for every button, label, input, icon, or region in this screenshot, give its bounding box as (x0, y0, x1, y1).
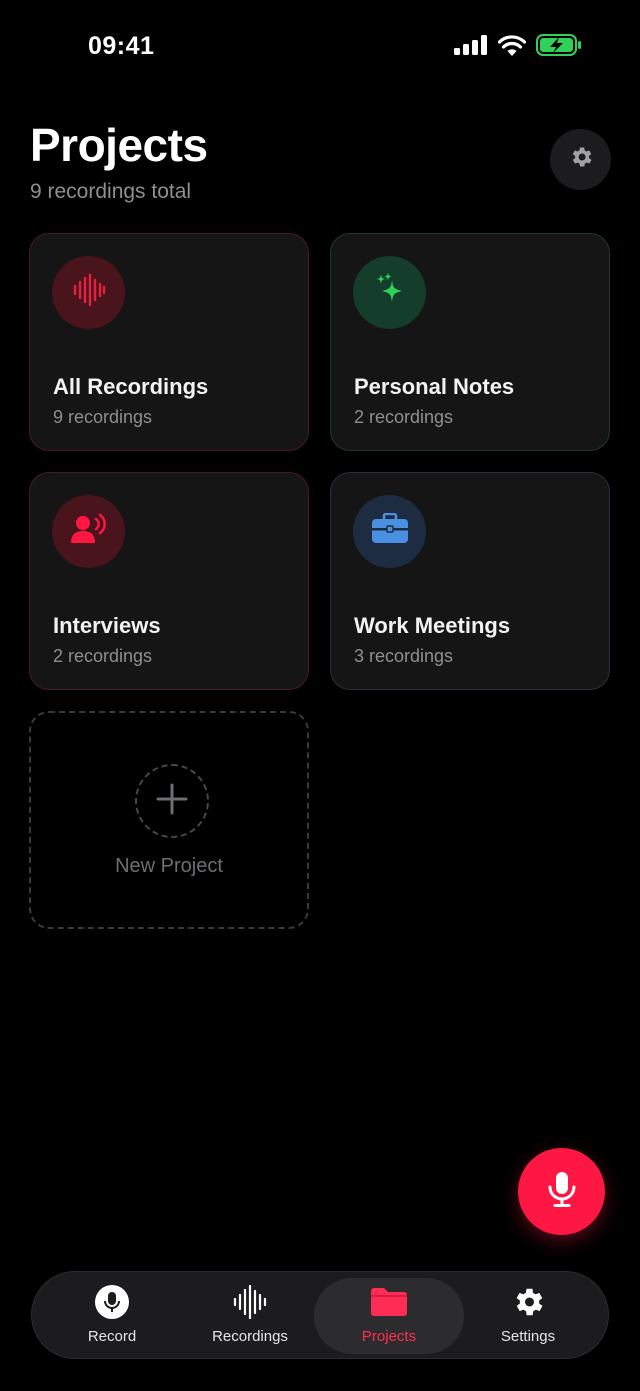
settings-button[interactable] (550, 129, 611, 190)
new-project-plus (135, 764, 209, 838)
microphone-circle-icon (95, 1285, 129, 1324)
project-title: Interviews (53, 613, 161, 638)
tab-label: Settings (500, 1327, 556, 1345)
status-time: 09:41 (88, 32, 155, 60)
waveform-icon (233, 1284, 267, 1324)
briefcase-icon (371, 512, 409, 550)
project-title: Personal Notes (354, 374, 515, 399)
tab-record[interactable]: Record (37, 1278, 187, 1354)
new-project-label: New Project (115, 855, 223, 877)
tab-projects[interactable]: Projects (314, 1278, 464, 1354)
project-icon-badge (353, 256, 426, 329)
status-icons (454, 34, 582, 61)
project-count: 2 recordings (53, 646, 153, 666)
gear-icon (510, 1284, 546, 1325)
project-title: Work Meetings (354, 613, 511, 638)
microphone-icon (547, 1170, 577, 1213)
waveform-icon (72, 273, 106, 312)
tab-label: Projects (361, 1327, 417, 1345)
project-count: 2 recordings (354, 407, 454, 427)
project-card-all-recordings[interactable]: All Recordings 9 recordings (29, 233, 309, 451)
project-icon-badge (353, 495, 426, 568)
recordings-total: 9 recordings total (30, 180, 192, 203)
battery-charging-icon (536, 34, 582, 61)
tab-recordings[interactable]: Recordings (175, 1278, 325, 1354)
sparkles-icon (372, 272, 408, 313)
person-speaking-icon (70, 513, 108, 550)
project-icon-badge (52, 256, 125, 329)
project-icon-badge (52, 495, 125, 568)
cellular-signal-icon (454, 35, 488, 60)
project-card-interviews[interactable]: Interviews 2 recordings (29, 472, 309, 690)
new-project-card[interactable]: New Project (29, 711, 309, 929)
wifi-icon (497, 34, 527, 61)
tab-label: Recordings (212, 1327, 288, 1345)
status-bar: 09:41 (0, 0, 640, 95)
plus-icon (155, 782, 189, 821)
page-title: Projects (30, 119, 208, 171)
project-title: All Recordings (53, 374, 209, 399)
record-fab-button[interactable] (518, 1148, 605, 1235)
bottom-tab-bar: Record Recordings Projects Settings (31, 1271, 609, 1359)
project-count: 3 recordings (354, 646, 454, 666)
project-count: 9 recordings (53, 407, 153, 427)
project-card-personal-notes[interactable]: Personal Notes 2 recordings (330, 233, 610, 451)
tab-settings[interactable]: Settings (453, 1278, 603, 1354)
folder-icon (369, 1286, 409, 1323)
tab-label: Record (87, 1327, 137, 1345)
gear-icon (568, 144, 594, 175)
project-card-work-meetings[interactable]: Work Meetings 3 recordings (330, 472, 610, 690)
